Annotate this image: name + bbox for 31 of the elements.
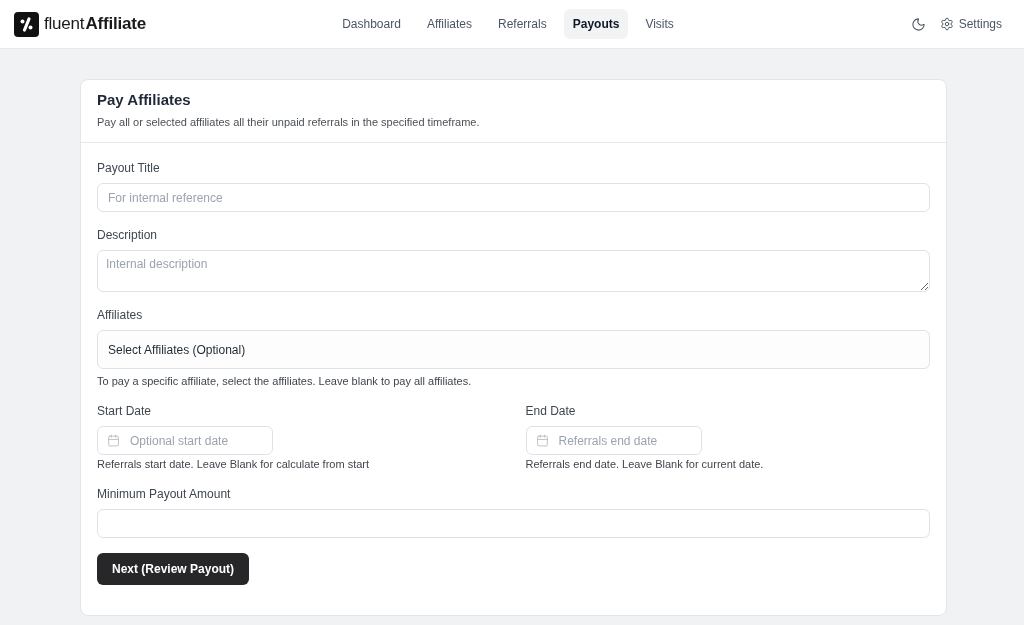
dark-mode-button[interactable] (910, 16, 926, 32)
field-label: Payout Title (97, 160, 160, 176)
nav-tab[interactable]: Referrals (489, 9, 556, 39)
calendar-icon (107, 434, 120, 447)
help-text: Referrals start date. Leave Blank for calculate from start (97, 457, 370, 471)
field-label: Affiliates (97, 307, 143, 323)
nav-tab[interactable]: Dashboard (333, 9, 410, 39)
help-text: To pay a specific affiliate, select the affiliates. Leave blank to pay all affiliates. (97, 374, 472, 388)
card-title: Pay Affiliates (97, 91, 191, 109)
field-label: Description (97, 227, 158, 243)
card-subtitle: Pay all or selected affiliates all their unpaid referrals in the specified timeframe. (97, 115, 480, 129)
date-field[interactable]: Optional start date (97, 426, 273, 455)
nav-tab[interactable]: Payouts (563, 9, 629, 39)
logo-icon (14, 11, 39, 37)
nav-tab[interactable]: Affiliates (417, 9, 481, 39)
field-label: End Date (525, 403, 576, 419)
nav-tab[interactable]: Visits (636, 9, 683, 39)
field-label: Start Date (97, 403, 152, 419)
next-button[interactable]: Next (Review Payout) (97, 553, 250, 585)
textarea-field[interactable]: Internal description (97, 250, 930, 292)
input-field[interactable]: For internal reference (97, 183, 930, 212)
help-text: Referrals end date. Leave Blank for current date. (525, 457, 764, 471)
field-label: Minimum Payout Amount (97, 486, 231, 502)
date-field[interactable]: Referrals end date (525, 426, 702, 455)
input-field[interactable] (97, 509, 930, 538)
gear-icon (939, 17, 954, 31)
settings-button[interactable]: Settings (939, 17, 1002, 31)
calendar-icon (535, 434, 549, 447)
moon-icon (910, 16, 926, 32)
select-field[interactable]: Select Affiliates (Optional) (97, 330, 930, 369)
logo-text: fluentAffiliate (44, 14, 146, 34)
